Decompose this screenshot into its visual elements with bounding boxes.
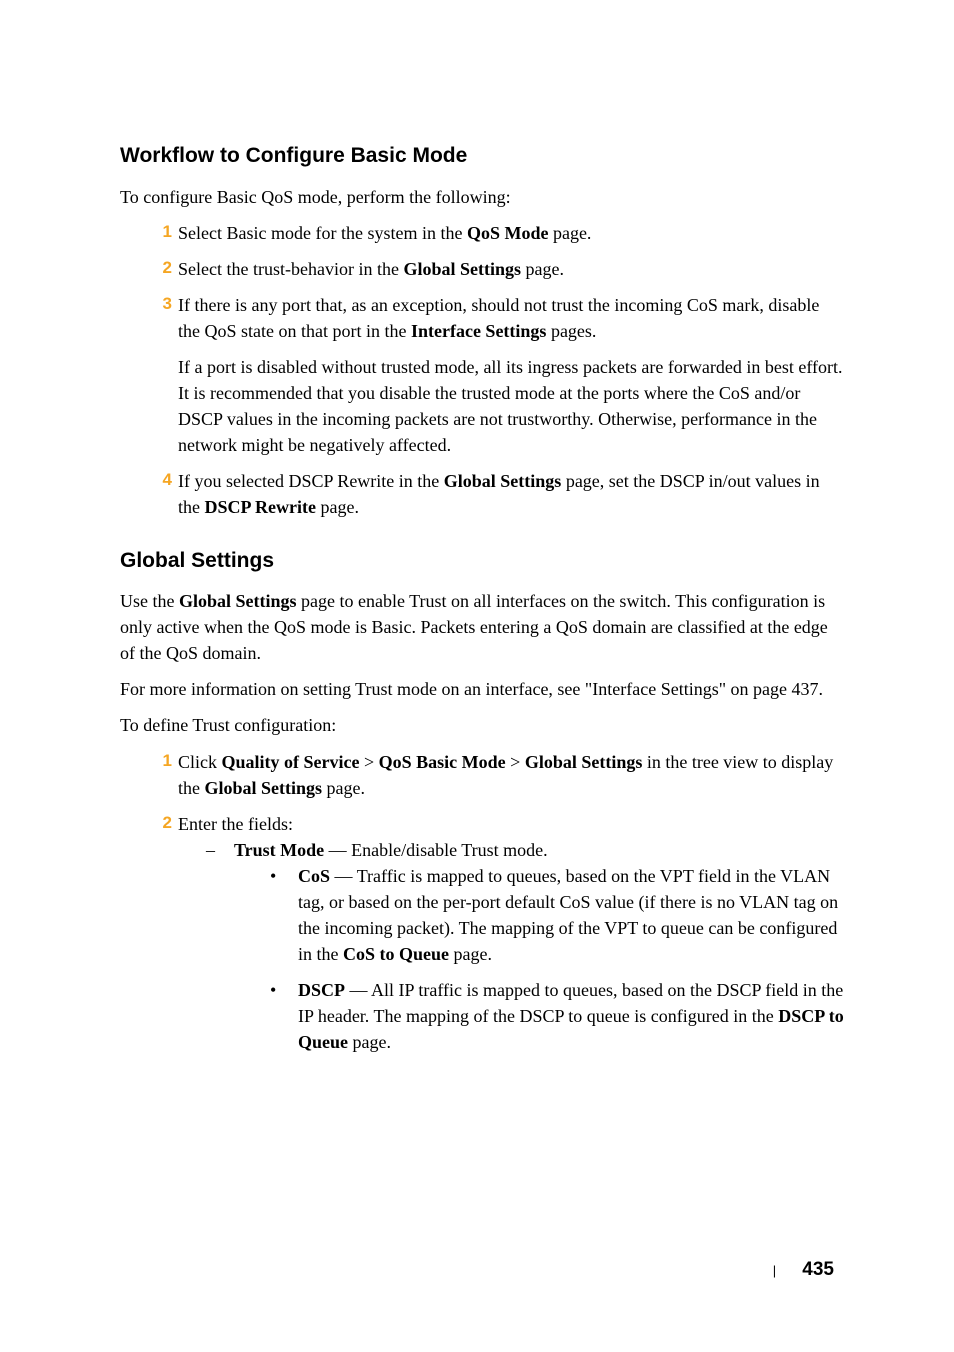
item-text: Click: [178, 752, 222, 772]
bullet-list: CoS — Traffic is mapped to queues, based…: [270, 863, 844, 1056]
dash-list: Trust Mode — Enable/disable Trust mode. …: [206, 837, 844, 1056]
list-item: 3 If there is any port that, as an excep…: [148, 292, 844, 459]
item-number: 3: [148, 292, 172, 317]
bullet-bold-end: CoS to Queue: [343, 944, 449, 964]
item-text: Select Basic mode for the system in the: [178, 223, 467, 243]
item-text: >: [506, 752, 525, 772]
dash-bold: Trust Mode: [234, 840, 324, 860]
bullet-text: page.: [449, 944, 492, 964]
bullet-bold: CoS: [298, 866, 330, 886]
item-number: 2: [148, 256, 172, 281]
item-text: page.: [548, 223, 591, 243]
item-bold: Global Settings: [525, 752, 643, 772]
item-text: Select the trust-behavior in the: [178, 259, 403, 279]
item-bold: Quality of Service: [222, 752, 360, 772]
list-item: 2 Enter the fields: Trust Mode — Enable/…: [148, 811, 844, 1056]
item-bold: Interface Settings: [411, 321, 546, 341]
section2-para2: For more information on setting Trust mo…: [120, 676, 844, 702]
item-text: If you selected DSCP Rewrite in the: [178, 471, 444, 491]
page-number: 435: [802, 1259, 834, 1280]
section2-list: 1 Click Quality of Service > QoS Basic M…: [148, 749, 844, 1056]
item-text: >: [359, 752, 378, 772]
item-text: page.: [316, 497, 359, 517]
bullet-item: CoS — Traffic is mapped to queues, based…: [270, 863, 844, 967]
item-number: 4: [148, 468, 172, 493]
list-item: 1 Click Quality of Service > QoS Basic M…: [148, 749, 844, 801]
item-text: pages.: [546, 321, 596, 341]
item-text: page.: [521, 259, 564, 279]
item-bold: Global Settings: [403, 259, 521, 279]
dash-item: Trust Mode — Enable/disable Trust mode. …: [206, 837, 844, 1056]
dash-text: — Enable/disable Trust mode.: [324, 840, 548, 860]
section1-list: 1 Select Basic mode for the system in th…: [148, 220, 844, 521]
item-bold: Global Settings: [205, 778, 323, 798]
item-number: 1: [148, 749, 172, 774]
footer-separator: |: [773, 1263, 776, 1278]
item-text: Enter the fields:: [178, 814, 293, 834]
item-bold: DSCP Rewrite: [205, 497, 316, 517]
item-bold: QoS Mode: [467, 223, 549, 243]
item-bold: QoS Basic Mode: [379, 752, 506, 772]
item-number: 1: [148, 220, 172, 245]
section2-para1: Use the Global Settings page to enable T…: [120, 588, 844, 666]
bullet-text: page.: [348, 1032, 391, 1052]
list-item: 1 Select Basic mode for the system in th…: [148, 220, 844, 246]
list-item: 4 If you selected DSCP Rewrite in the Gl…: [148, 468, 844, 520]
section2-para3: To define Trust configuration:: [120, 712, 844, 738]
list-item: 2 Select the trust-behavior in the Globa…: [148, 256, 844, 282]
section1-heading: Workflow to Configure Basic Mode: [120, 140, 844, 172]
para-text: Use the: [120, 591, 179, 611]
item-text: page.: [322, 778, 365, 798]
item-sub-paragraph: If a port is disabled without trusted mo…: [178, 354, 844, 458]
item-bold: Global Settings: [444, 471, 562, 491]
bullet-bold: DSCP: [298, 980, 345, 1000]
para-bold: Global Settings: [179, 591, 297, 611]
section2-heading: Global Settings: [120, 545, 844, 577]
page-footer: | 435: [773, 1256, 834, 1285]
bullet-item: DSCP — All IP traffic is mapped to queue…: [270, 977, 844, 1055]
bullet-text: — All IP traffic is mapped to queues, ba…: [298, 980, 843, 1026]
item-number: 2: [148, 811, 172, 836]
section1-intro: To configure Basic QoS mode, perform the…: [120, 184, 844, 210]
